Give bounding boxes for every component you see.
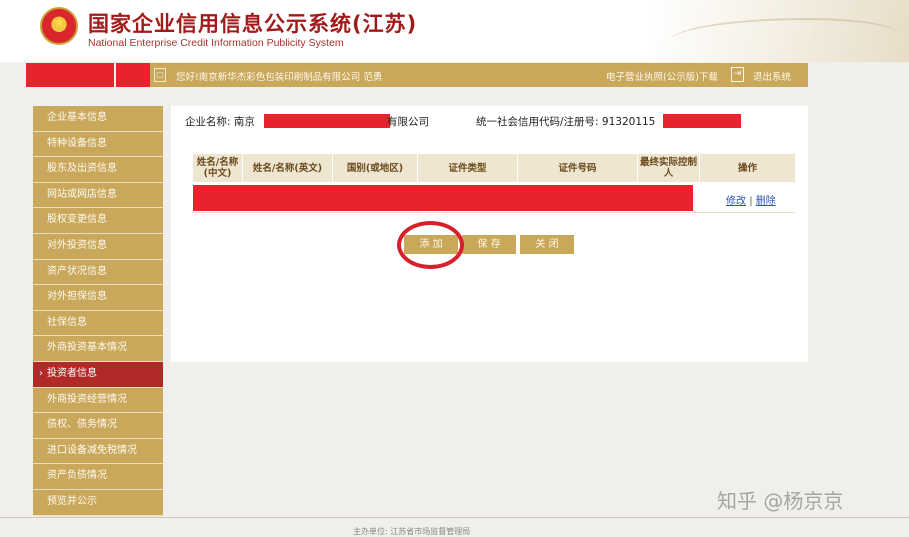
col-name-cn: 姓名/名称(中文) (193, 154, 243, 182)
delete-link[interactable]: 删除 (756, 196, 776, 207)
sidebar-item-equity-change[interactable]: 股权变更信息 (33, 208, 163, 234)
col-country: 国别(或地区) (333, 154, 418, 182)
sidebar-item-websites[interactable]: 网站或网店信息 (33, 182, 163, 209)
national-emblem-icon (40, 7, 78, 45)
watermark: 知乎 @杨京京 (717, 489, 844, 513)
sidebar-item-foreign-operations[interactable]: 外商投资经营情况 (33, 387, 163, 414)
sidebar-item-assets[interactable]: 资产状况信息 (33, 259, 163, 286)
investor-panel: 企业名称: 南京 有限公司 统一社会信用代码/注册号: 91320115 姓名/… (171, 106, 808, 362)
sidebar-item-foreign-basic[interactable]: 外商投资基本情况 (33, 336, 163, 362)
sidebar-nav: 企业基本信息 特种设备信息 股东及出资信息 网站或网店信息 股权变更信息 对外投… (33, 106, 163, 516)
col-id-type: 证件类型 (418, 154, 518, 182)
user-greeting: 您好!南京新华杰彩色包装印刷制品有限公司 范勇 (176, 72, 383, 83)
sidebar-item-shareholders[interactable]: 股东及出资信息 (33, 157, 163, 183)
sidebar-item-balance-sheet[interactable]: 资产负债情况 (33, 464, 163, 490)
sidebar-item-social-security[interactable]: 社保信息 (33, 310, 163, 337)
sidebar-item-preview-publish[interactable]: 预览并公示 (33, 489, 163, 516)
great-wall-banner (649, 0, 909, 62)
sidebar-item-guarantees[interactable]: 对外担保信息 (33, 285, 163, 311)
footer-sponsor: 主办单位: 江苏省市场监督管理局 (353, 527, 471, 536)
annotation-circle (397, 221, 464, 269)
edit-link[interactable]: 修改 (726, 196, 746, 207)
action-separator: | (749, 196, 753, 207)
logout-link[interactable]: 退出系统 (753, 69, 791, 83)
sidebar-item-investors[interactable]: 投资者信息 (33, 361, 163, 388)
redacted-block (26, 63, 150, 87)
sidebar-item-special-equipment[interactable]: 特种设备信息 (33, 131, 163, 158)
col-actions: 操作 (737, 162, 757, 174)
sidebar-item-investments[interactable]: 对外投资信息 (33, 233, 163, 260)
col-controller: 最终实际控制人 (638, 154, 700, 182)
credit-code-label: 统一社会信用代码/注册号: 91320115 (476, 116, 656, 128)
table-row: 修改 | 删除 (193, 183, 795, 213)
company-name-suffix: 有限公司 (387, 116, 429, 128)
investor-table-header: 姓名/名称(中文) 姓名/名称(英文) 国别(或地区) 证件类型 证件号码 最终… (193, 154, 795, 182)
company-name-label: 企业名称: 南京 (185, 116, 255, 128)
col-name-en: 姓名/名称(英文) (243, 154, 333, 182)
license-download-link[interactable]: 电子营业执照(公示版)下载 (606, 69, 718, 83)
col-id-number: 证件号码 (518, 154, 638, 182)
user-icon: ▢ (154, 68, 166, 82)
row-actions: 修改 | 删除 (726, 192, 776, 207)
site-title: 国家企业信用信息公示系统(江苏) (88, 12, 418, 36)
sidebar-item-basic-info[interactable]: 企业基本信息 (33, 106, 163, 132)
footer-divider (0, 517, 909, 518)
redacted-row-data (193, 185, 693, 211)
logout-icon[interactable]: ⇥ (731, 67, 744, 82)
user-bar: ▢ 您好!南京新华杰彩色包装印刷制品有限公司 范勇 电子营业执照(公示版)下载 … (26, 63, 808, 87)
sidebar-item-debts[interactable]: 债权、债务情况 (33, 413, 163, 439)
site-subtitle: National Enterprise Credit Information P… (88, 37, 344, 49)
redacted-credit-code (663, 114, 741, 128)
close-button[interactable]: 关 闭 (520, 235, 574, 254)
sidebar-item-import-tax[interactable]: 进口设备减免税情况 (33, 438, 163, 465)
site-header: 国家企业信用信息公示系统(江苏) National Enterprise Cre… (0, 0, 909, 62)
save-button[interactable]: 保 存 (462, 235, 516, 254)
redacted-company-name (264, 114, 390, 128)
